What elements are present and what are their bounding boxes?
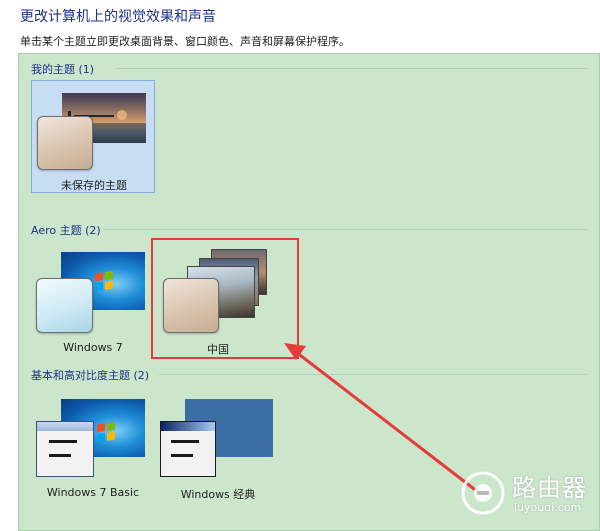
theme-windows7-basic-label: Windows 7 Basic [46, 486, 140, 499]
group-title-aero: Aero 主题 (2) [31, 224, 101, 237]
theme-windows-classic-label: Windows 经典 [180, 488, 256, 501]
theme-china-label: 中国 [207, 343, 229, 356]
theme-china-glass-color [163, 278, 219, 333]
theme-windows7-basic-window-preview [36, 421, 94, 477]
group-title-my-themes: 我的主题 (1) [31, 63, 95, 76]
theme-china[interactable]: 中国 [155, 244, 281, 359]
theme-windows7[interactable]: Windows 7 [31, 244, 155, 359]
theme-windows7-glass-color [36, 278, 93, 333]
page-title: 更改计算机上的视觉效果和声音 [20, 9, 216, 25]
windows-logo-icon [97, 421, 115, 443]
group-title-basic: 基本和高对比度主题 (2) [31, 369, 150, 382]
theme-windows7-label: Windows 7 [63, 341, 123, 354]
group-header-basic: 基本和高对比度主题 (2) [31, 367, 149, 383]
theme-windows-classic-window-preview [160, 421, 216, 477]
page-subtitle: 单击某个主题立即更改桌面背景、窗口颜色、声音和屏幕保护程序。 [20, 35, 350, 48]
theme-unsaved-glass-color [37, 116, 93, 170]
theme-unsaved[interactable]: 未保存的主题 [31, 80, 155, 193]
windows-logo-icon [95, 270, 113, 292]
theme-unsaved-label: 未保存的主题 [61, 179, 127, 192]
theme-windows-classic[interactable]: Windows 经典 [155, 387, 281, 503]
group-header-my-themes: 我的主题 (1) [31, 61, 94, 77]
group-header-aero: Aero 主题 (2) [31, 222, 101, 238]
themes-panel[interactable]: 我的主题 (1) 未保存的主题 Aero 主题 (2) Windows 7 中国… [18, 53, 600, 531]
theme-windows7-basic[interactable]: Windows 7 Basic [31, 387, 155, 503]
